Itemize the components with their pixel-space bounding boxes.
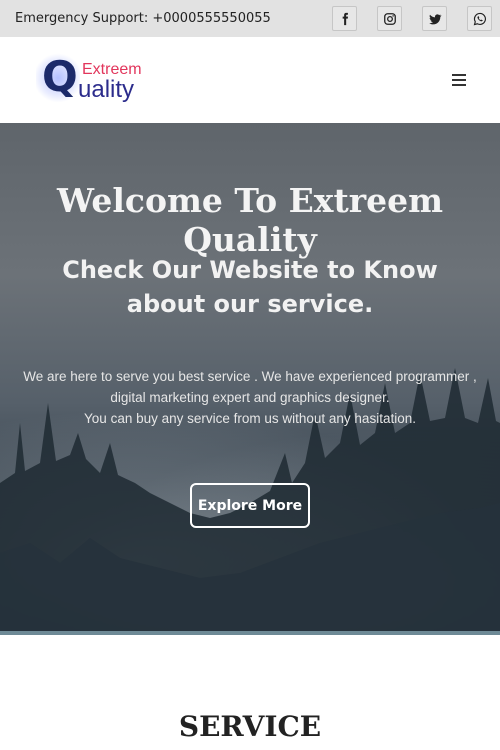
twitter-icon (428, 13, 441, 24)
hero-section: Welcome To Extreem Quality Check Our Web… (0, 123, 500, 631)
instagram-icon (383, 12, 396, 25)
hero-subtitle: Check Our Website to Know about our serv… (62, 256, 438, 318)
hero-title: Welcome To Extreem Quality (56, 181, 444, 259)
hero-description-line-2: You can buy any service from us without … (84, 411, 416, 426)
facebook-link[interactable] (332, 6, 357, 31)
main-navbar: Q Extreem uality (0, 37, 500, 123)
site-logo[interactable]: Q Extreem uality (36, 50, 148, 110)
top-bar: Emergency Support: +0000555550055 (0, 0, 500, 37)
hero-description-line-1: We are here to serve you best service . … (23, 369, 477, 405)
logo-letter: Q (42, 52, 78, 101)
service-section-title: SERVICE (178, 710, 322, 743)
hero-description: We are here to serve you best service . … (20, 366, 480, 429)
logo-text-bottom: uality (78, 76, 135, 103)
menu-toggle-button[interactable] (448, 70, 470, 90)
emergency-support-text: Emergency Support: +0000555550055 (15, 11, 271, 26)
social-links (332, 6, 492, 31)
whatsapp-icon (473, 12, 486, 25)
instagram-link[interactable] (377, 6, 402, 31)
explore-more-button[interactable]: Explore More (190, 483, 310, 528)
hamburger-icon (452, 74, 466, 76)
facebook-icon (342, 12, 348, 25)
whatsapp-link[interactable] (467, 6, 492, 31)
hero-bottom-divider (0, 631, 500, 635)
twitter-link[interactable] (422, 6, 447, 31)
